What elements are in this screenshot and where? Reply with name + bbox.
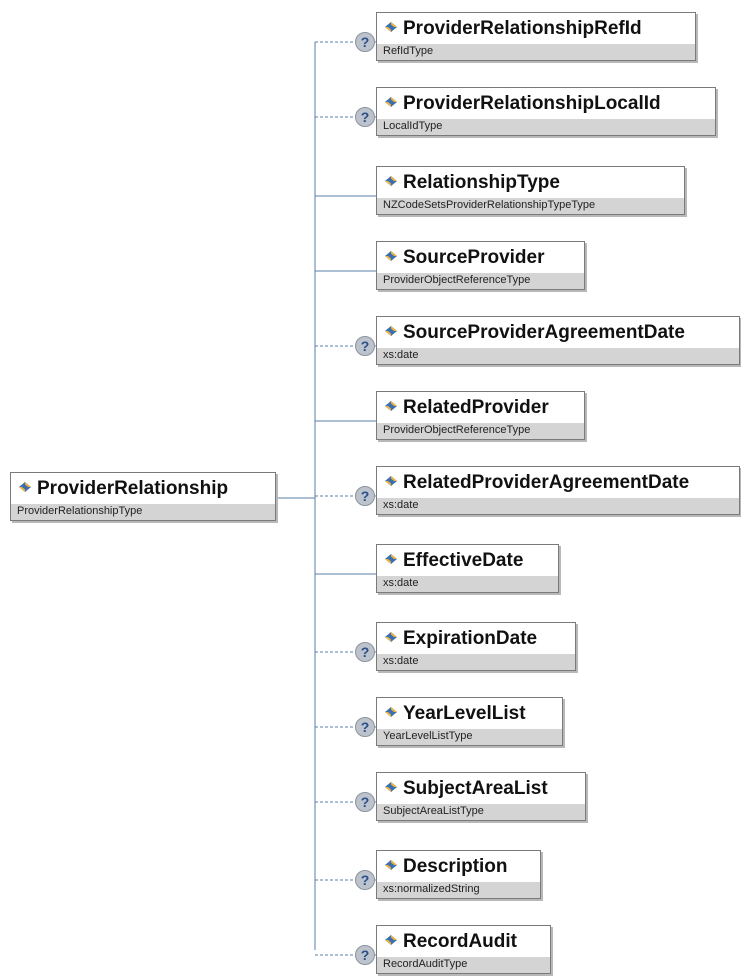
element-box[interactable]: ExpirationDate xs:date [376,622,576,671]
element-name: ExpirationDate [403,628,538,649]
element-icon [385,707,397,717]
element-type: YearLevelListType [383,730,473,742]
element-icon [385,554,397,564]
element-name: RecordAudit [403,931,517,952]
element-box[interactable]: YearLevelList YearLevelListType [376,697,563,746]
element-icon [385,782,397,792]
root-element-type: ProviderRelationshipType [17,505,143,517]
element-icon [385,935,397,945]
element-type: ProviderObjectReferenceType [383,424,531,436]
element-name: ProviderRelationshipRefId [403,18,642,39]
optional-icon: ? [355,945,375,965]
element-box[interactable]: ProviderRelationshipLocalId LocalIdType [376,87,716,136]
element-box[interactable]: RecordAudit RecordAuditType [376,925,551,974]
element-box[interactable]: SourceProviderAgreementDate xs:date [376,316,740,365]
element-box[interactable]: Description xs:normalizedString [376,850,541,899]
optional-icon: ? [355,642,375,662]
optional-icon: ? [355,336,375,356]
element-type: xs:date [383,577,419,589]
element-icon [385,401,397,411]
element-box[interactable]: ProviderRelationshipRefId RefIdType [376,12,696,61]
element-icon [385,476,397,486]
element-type: xs:date [383,499,419,511]
element-box[interactable]: SourceProvider ProviderObjectReferenceTyp… [376,241,585,290]
element-box[interactable]: SubjectAreaList SubjectAreaListType [376,772,586,821]
element-name: ProviderRelationshipLocalId [403,93,661,114]
optional-icon: ? [355,107,375,127]
optional-icon: ? [355,717,375,737]
optional-icon: ? [355,32,375,52]
element-type: LocalIdType [383,120,443,132]
optional-icon: ? [355,486,375,506]
element-icon [385,860,397,870]
element-name: SourceProvider [403,247,545,268]
optional-icon: ? [355,870,375,890]
element-icon [19,482,31,492]
element-type: xs:date [383,349,419,361]
element-name: RelatedProviderAgreementDate [403,472,690,493]
element-name: EffectiveDate [403,550,524,571]
element-type: ProviderObjectReferenceType [383,274,531,286]
element-icon [385,176,397,186]
root-element-box[interactable]: ProviderRelationship ProviderRelationshi… [10,472,276,521]
element-name: YearLevelList [403,703,526,724]
element-type: RefIdType [383,45,434,57]
element-box[interactable]: EffectiveDate xs:date [376,544,559,593]
element-name: RelationshipType [403,172,560,193]
element-icon [385,251,397,261]
element-icon [385,97,397,107]
element-box[interactable]: RelationshipType NZCodeSetsProviderRelati… [376,166,685,215]
element-icon [385,632,397,642]
element-name: SourceProviderAgreementDate [403,322,685,343]
element-name: SubjectAreaList [403,778,548,799]
element-type: NZCodeSetsProviderRelationshipTypeType [383,199,596,211]
element-type: SubjectAreaListType [383,805,484,817]
root-element-name: ProviderRelationship [37,478,229,499]
element-box[interactable]: RelatedProvider ProviderObjectReferenceTy… [376,391,585,440]
element-type: xs:normalizedString [383,883,480,895]
element-icon [385,22,397,32]
optional-icon: ? [355,792,375,812]
element-type: xs:date [383,655,419,667]
element-type: RecordAuditType [383,958,468,970]
element-box[interactable]: RelatedProviderAgreementDate xs:date [376,466,740,515]
element-name: RelatedProvider [403,397,549,418]
element-icon [385,326,397,336]
element-name: Description [403,856,508,877]
